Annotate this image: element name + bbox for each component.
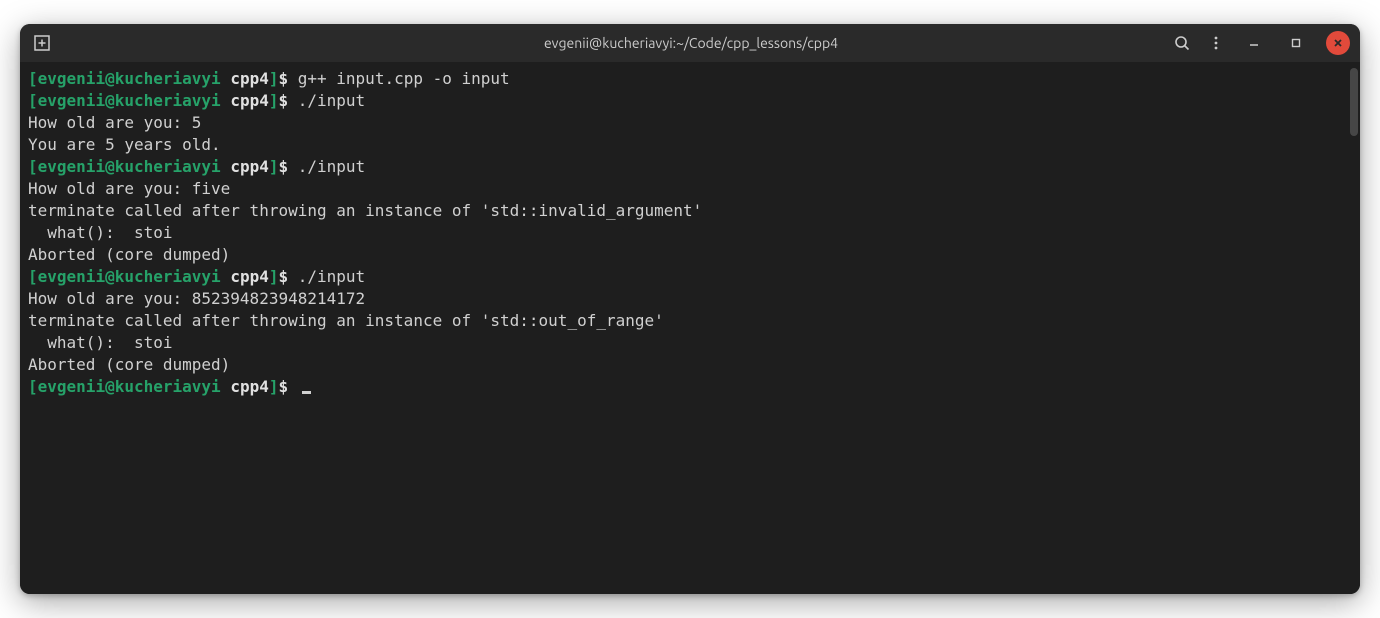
window-title: evgenii@kucheriavyi:~/Code/cpp_lessons/c… (212, 35, 1170, 51)
menu-icon[interactable] (1208, 35, 1224, 51)
prompt-bracket-open: [ (28, 267, 38, 286)
prompt-bracket-open: [ (28, 69, 38, 88)
command-text: ./input (298, 157, 365, 176)
scrollbar[interactable] (1350, 68, 1358, 136)
titlebar-right (1170, 31, 1350, 55)
prompt-space (221, 157, 231, 176)
maximize-button[interactable] (1284, 31, 1308, 55)
prompt-line: [evgenii@kucheriavyi cpp4]$ ./input (28, 90, 1352, 112)
close-button[interactable] (1326, 31, 1350, 55)
command-text: g++ input.cpp -o input (298, 69, 510, 88)
terminal-body[interactable]: [evgenii@kucheriavyi cpp4]$ g++ input.cp… (20, 62, 1360, 594)
prompt-line-active: [evgenii@kucheriavyi cpp4]$ (28, 376, 1352, 398)
search-icon[interactable] (1174, 35, 1190, 51)
prompt-symbol: $ (278, 377, 297, 396)
titlebar: evgenii@kucheriavyi:~/Code/cpp_lessons/c… (20, 24, 1360, 62)
output-line: terminate called after throwing an insta… (28, 310, 1352, 332)
prompt-symbol: $ (278, 69, 297, 88)
prompt-cwd: cpp4 (230, 377, 269, 396)
prompt-line: [evgenii@kucheriavyi cpp4]$ ./input (28, 156, 1352, 178)
output-line: what(): stoi (28, 332, 1352, 354)
prompt-cwd: cpp4 (230, 69, 269, 88)
output-line: Aborted (core dumped) (28, 244, 1352, 266)
prompt-bracket-open: [ (28, 91, 38, 110)
prompt-user-host: evgenii@kucheriavyi (38, 377, 221, 396)
output-line: Aborted (core dumped) (28, 354, 1352, 376)
output-line: terminate called after throwing an insta… (28, 200, 1352, 222)
output-line: How old are you: 852394823948214172 (28, 288, 1352, 310)
prompt-user-host: evgenii@kucheriavyi (38, 69, 221, 88)
prompt-cwd: cpp4 (230, 157, 269, 176)
prompt-space (221, 267, 231, 286)
prompt-space (221, 69, 231, 88)
titlebar-left (32, 33, 212, 53)
output-line: You are 5 years old. (28, 134, 1352, 156)
prompt-bracket-open: [ (28, 157, 38, 176)
prompt-bracket-open: [ (28, 377, 38, 396)
prompt-cwd: cpp4 (230, 91, 269, 110)
output-line: How old are you: five (28, 178, 1352, 200)
output-line: what(): stoi (28, 222, 1352, 244)
prompt-user-host: evgenii@kucheriavyi (38, 91, 221, 110)
prompt-space (221, 377, 231, 396)
prompt-symbol: $ (278, 157, 297, 176)
prompt-space (221, 91, 231, 110)
prompt-user-host: evgenii@kucheriavyi (38, 267, 221, 286)
prompt-symbol: $ (278, 267, 297, 286)
terminal-window: evgenii@kucheriavyi:~/Code/cpp_lessons/c… (20, 24, 1360, 594)
output-line: How old are you: 5 (28, 112, 1352, 134)
minimize-button[interactable] (1242, 31, 1266, 55)
prompt-line: [evgenii@kucheriavyi cpp4]$ g++ input.cp… (28, 68, 1352, 90)
prompt-line: [evgenii@kucheriavyi cpp4]$ ./input (28, 266, 1352, 288)
command-text: ./input (298, 91, 365, 110)
prompt-user-host: evgenii@kucheriavyi (38, 157, 221, 176)
command-text: ./input (298, 267, 365, 286)
prompt-cwd: cpp4 (230, 267, 269, 286)
cursor (302, 391, 311, 394)
prompt-symbol: $ (278, 91, 297, 110)
new-tab-icon[interactable] (32, 33, 52, 53)
